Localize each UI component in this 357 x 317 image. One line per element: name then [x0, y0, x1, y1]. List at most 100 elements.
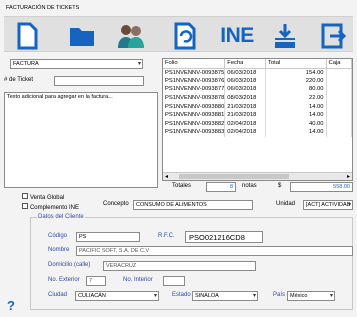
exterior-label: No. Exterior — [48, 277, 80, 283]
exterior-input[interactable]: 7 — [86, 276, 106, 286]
table-cell: PS1NVENNV-0093877 — [163, 85, 226, 94]
table-cell — [326, 102, 352, 111]
open-folder-button[interactable] — [65, 20, 98, 51]
table-row[interactable]: PS1NVENNV-0093875 06/03/2018 154.00 — [163, 68, 352, 77]
refresh-document-button[interactable] — [168, 20, 201, 51]
ciudad-select[interactable]: CULIACÁN ▾ — [75, 291, 159, 301]
table-cell — [326, 110, 352, 120]
folder-icon — [69, 27, 94, 46]
pais-select[interactable]: México ▾ — [287, 291, 335, 301]
table-row[interactable]: PS1NVENNV-0093883 02/04/2018 14.00 — [163, 128, 352, 137]
table-cell: 02/04/2018 — [224, 119, 267, 129]
ciudad-value: CULIACÁN — [78, 293, 106, 299]
print-icon — [274, 23, 295, 48]
notas-label: notas — [242, 183, 257, 189]
col-caja[interactable]: Caja — [326, 59, 352, 69]
table-cell: 06/03/2018 — [224, 76, 267, 86]
venta-global-checkbox[interactable] — [22, 193, 28, 199]
help-icon[interactable]: ? — [7, 298, 15, 313]
table-cell: 21/03/2018 — [224, 102, 267, 111]
table-cell: PS1NVENNV-0093880 — [163, 102, 226, 111]
estado-select[interactable]: SINALOA ▾ — [192, 291, 258, 301]
complemento-ine-checkbox[interactable] — [22, 203, 28, 209]
ine-label: INE — [220, 23, 254, 47]
table-cell: 14.00 — [265, 102, 327, 111]
totals-amount: 558.00 — [290, 182, 353, 192]
codigo-label: Código — [48, 233, 68, 239]
tickets-table[interactable]: Folio Fecha Total Caja PS1NVENNV-0093875… — [162, 58, 353, 181]
domicilio-input[interactable]: VERACRUZ — [103, 261, 256, 271]
ine-button[interactable]: INE — [216, 20, 258, 51]
rfc-label: R.F.C. — [158, 233, 175, 239]
invoice-window: FACTURACIÓN DE TICKETS INE FACTURA ▾ # d… — [0, 0, 357, 317]
ticket-input[interactable] — [54, 76, 144, 86]
table-cell: PS1NVENNV-0093876 — [163, 76, 226, 86]
table-cell: 22.00 — [265, 93, 327, 103]
col-fecha[interactable]: Fecha — [224, 59, 267, 69]
scroll-thumb[interactable] — [179, 174, 289, 179]
table-cell: PS1NVENNV-0093875 — [163, 68, 226, 77]
unidad-value: [ACT] ACTIVIDAD — [306, 202, 351, 208]
col-total[interactable]: Total — [265, 59, 327, 69]
chevron-down-icon: ▾ — [347, 202, 351, 208]
concepto-label: Concepto — [103, 201, 129, 207]
table-cell: 14.00 — [265, 128, 327, 137]
table-cell: 154.00 — [265, 68, 327, 77]
table-cell: 80.00 — [265, 85, 327, 94]
table-cell — [326, 93, 352, 103]
interior-input[interactable] — [163, 276, 185, 286]
table-row[interactable]: PS1NVENNV-0093881 21/03/2018 14.00 — [163, 110, 352, 120]
table-row[interactable]: PS1NVENNV-0093876 06/03/2018 220.00 — [163, 76, 352, 86]
client-section-title: Datos del Cliente — [37, 214, 85, 220]
table-cell: 06/03/2018 — [224, 68, 267, 77]
print-button[interactable] — [268, 20, 301, 51]
table-cell: 220.00 — [265, 76, 327, 86]
nombre-label: Nombre — [48, 247, 70, 253]
totals-count: 8 — [206, 182, 236, 192]
table-cell: 14.00 — [265, 110, 327, 120]
new-document-button[interactable] — [10, 20, 43, 51]
nombre-input[interactable]: PACIFIC SOFT, S.A. DE C.V — [76, 246, 353, 256]
complemento-ine-option[interactable]: Complemento INE — [22, 203, 79, 211]
scroll-left-icon[interactable]: ◂ — [165, 173, 168, 180]
scroll-right-icon[interactable]: ▸ — [347, 173, 350, 180]
unidad-select[interactable]: [ACT] ACTIVIDAD ▾ — [303, 200, 353, 210]
table-cell: 40.00 — [265, 119, 327, 129]
estado-value: SINALOA — [195, 293, 219, 299]
totals-label: Totales — [172, 183, 192, 189]
col-folio[interactable]: Folio — [163, 59, 226, 69]
ticket-label: # de Ticket — [4, 77, 34, 83]
unidad-label: Unidad — [276, 201, 296, 207]
document-type-select[interactable]: FACTURA ▾ — [10, 59, 143, 69]
chevron-down-icon: ▾ — [137, 61, 141, 67]
venta-global-option[interactable]: Venta Global — [22, 193, 64, 201]
concepto-input[interactable]: CONSUMO DE ALIMENTOS — [133, 200, 253, 210]
table-cell: 21/03/2018 — [224, 110, 267, 120]
venta-global-label: Venta Global — [29, 195, 65, 201]
table-row[interactable]: PS1NVENNV-0093882 02/04/2018 40.00 — [163, 119, 352, 129]
horizontal-scrollbar[interactable]: ◂ ▸ — [163, 172, 352, 180]
chevron-down-icon: ▾ — [252, 293, 256, 299]
rfc-input[interactable]: PSO021216CD8 — [185, 231, 263, 243]
ciudad-label: Ciudad — [48, 292, 68, 298]
codigo-input[interactable]: PS — [76, 232, 140, 242]
domicilio-label: Domicilio (calle) — [48, 262, 91, 268]
table-cell: PS1NVENNV-0093883 — [163, 128, 226, 137]
toolbar: INE — [4, 16, 353, 52]
document-type-value: FACTURA — [13, 61, 39, 67]
table-row[interactable]: PS1NVENNV-0093877 06/03/2018 80.00 — [163, 85, 352, 94]
exit-icon — [321, 23, 346, 48]
interior-label: No. Interior — [123, 277, 153, 283]
exit-button[interactable] — [317, 20, 350, 51]
new-document-icon — [17, 22, 37, 49]
notes-textarea[interactable]: Texto adicional para agregar en la factu… — [4, 92, 158, 188]
table-cell: PS1NVENNV-0093881 — [163, 110, 226, 120]
table-cell — [326, 85, 352, 94]
table-row[interactable]: PS1NVENNV-0093878 08/03/2018 22.00 — [163, 93, 352, 103]
table-row[interactable]: PS1NVENNV-0093880 21/03/2018 14.00 — [163, 102, 352, 111]
table-cell: PS1NVENNV-0093882 — [163, 119, 226, 129]
table-cell — [326, 68, 352, 77]
refresh-document-icon — [174, 22, 195, 49]
currency-symbol: $ — [278, 183, 282, 189]
customers-button[interactable] — [114, 20, 147, 51]
